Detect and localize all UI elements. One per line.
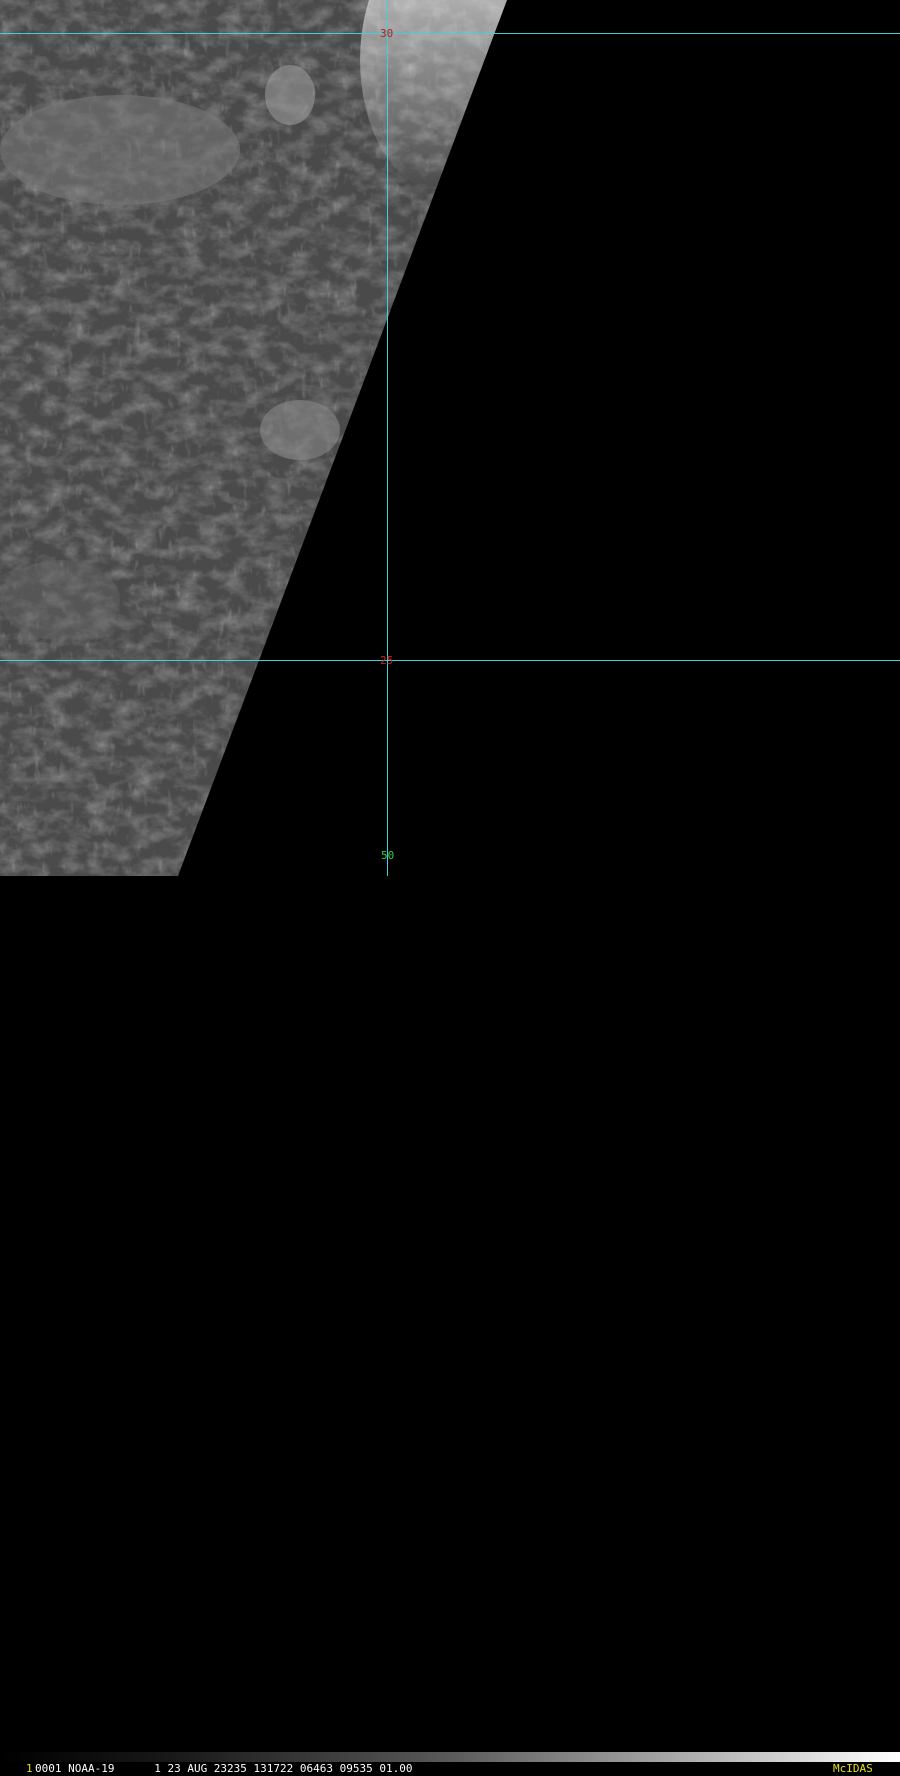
gray-scale-bar xyxy=(0,1752,900,1762)
frame-number: 1 xyxy=(26,1762,33,1775)
image-info: 0001 NOAA-19 1 23 AUG 23235 131722 06463… xyxy=(35,1762,413,1775)
lat-label-25: 25 xyxy=(380,654,394,667)
lon-label-50: 50 xyxy=(381,849,395,862)
mcidas-brand: McIDAS xyxy=(833,1762,873,1775)
status-bar: 1 0001 NOAA-19 1 23 AUG 23235 131722 064… xyxy=(0,876,900,1776)
satellite-image xyxy=(0,0,900,876)
lat-label-30: 30 xyxy=(380,27,394,40)
status-text-row: 1 0001 NOAA-19 1 23 AUG 23235 131722 064… xyxy=(0,1762,900,1776)
